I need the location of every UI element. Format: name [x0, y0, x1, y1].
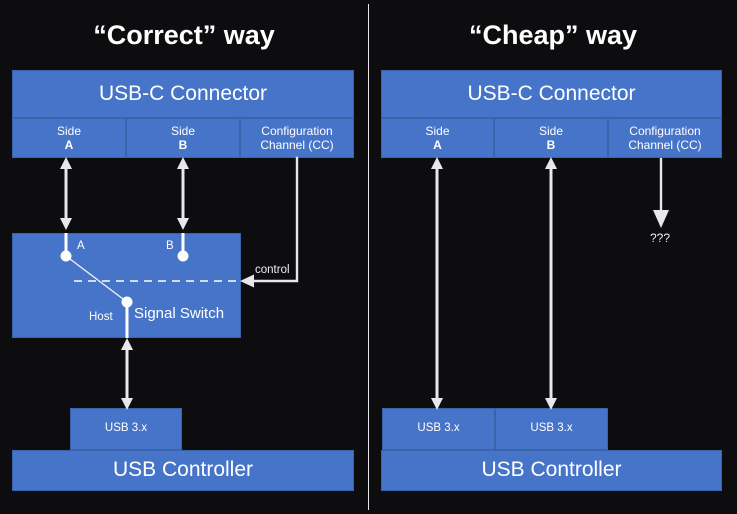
connector-segment-side-a-right: Side A — [381, 118, 494, 158]
diagram-canvas: “Correct” way USB-C Connector Side A Sid… — [0, 0, 737, 514]
connector-segment-cc-left: Configuration Channel (CC) — [240, 118, 354, 158]
usb-controller-left: USB Controller — [12, 450, 354, 491]
segment-line2: B — [546, 138, 556, 152]
usb3-port-right-1: USB 3.x — [495, 408, 608, 450]
segment-line1: Side — [56, 123, 82, 138]
usb3-port-right-0: USB 3.x — [382, 408, 495, 450]
segment-line2: Channel (CC) — [260, 138, 334, 152]
segment-line1: Configuration — [629, 123, 701, 138]
panel-correct-way: “Correct” way USB-C Connector Side A Sid… — [0, 0, 368, 514]
signal-switch-label: Signal Switch — [134, 305, 225, 322]
segment-line1: Side — [538, 123, 564, 138]
segment-line1: Side — [425, 123, 450, 138]
connector-segments-right: Side A Side B Configuration Channel (CC) — [381, 118, 722, 158]
signal-switch-box — [12, 233, 241, 338]
segment-line2: Channel (CC) — [628, 138, 702, 152]
usb3-port-row-right: USB 3.x USB 3.x — [382, 408, 608, 450]
segment-line1: Configuration — [261, 123, 333, 138]
segment-line1: Side — [170, 123, 196, 138]
switch-node-a-label: A — [77, 240, 85, 252]
connector-segments-left: Side A Side B Configuration Channel (CC) — [12, 118, 354, 158]
usb-controller-right: USB Controller — [381, 450, 722, 491]
connector-segment-side-b-right: Side B — [494, 118, 608, 158]
segment-line2: B — [178, 138, 188, 152]
cc-unknown-label: ??? — [650, 231, 671, 245]
usbc-connector-header-right: USB-C Connector — [381, 70, 722, 118]
switch-node-b-label: B — [166, 240, 174, 252]
panel-title-correct: “Correct” way — [93, 20, 275, 50]
segment-line2: A — [64, 138, 74, 152]
panel-cheap-way: “Cheap” way USB-C Connector Side A Side … — [369, 0, 737, 514]
connector-segment-side-a-left: Side A — [12, 118, 126, 158]
connector-segment-side-b-left: Side B — [126, 118, 240, 158]
switch-node-host-label: Host — [89, 311, 113, 323]
usbc-connector-header-left: USB-C Connector — [12, 70, 354, 118]
usb3-port-left-0: USB 3.x — [70, 408, 182, 450]
connector-segment-cc-right: Configuration Channel (CC) — [608, 118, 722, 158]
panel-title-cheap: “Cheap” way — [468, 20, 638, 50]
control-signal-label: control — [255, 264, 290, 276]
segment-line2: A — [433, 138, 442, 152]
